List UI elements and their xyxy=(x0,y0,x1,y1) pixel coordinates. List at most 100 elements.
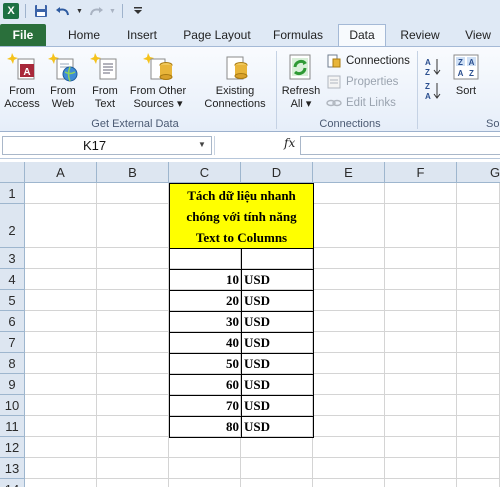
cell-d9[interactable]: USD xyxy=(241,374,314,396)
tab-insert[interactable]: Insert xyxy=(118,25,166,46)
cell-c6[interactable]: 30 xyxy=(169,311,242,333)
tab-review[interactable]: Review xyxy=(394,25,446,46)
row-header-8[interactable]: 8 xyxy=(0,353,25,374)
grid-cell[interactable] xyxy=(169,458,241,479)
cell-c11[interactable]: 80 xyxy=(169,416,242,438)
grid-cell[interactable] xyxy=(313,353,385,374)
grid-cell[interactable] xyxy=(385,269,457,290)
cell-d7[interactable]: USD xyxy=(241,332,314,354)
from-other-sources-button[interactable]: From Other Sources ▾ xyxy=(126,51,190,111)
grid-cell[interactable] xyxy=(97,395,169,416)
grid-cell[interactable] xyxy=(385,248,457,269)
tab-file[interactable]: File xyxy=(0,24,46,46)
row-header-5[interactable]: 5 xyxy=(0,290,25,311)
grid-cell[interactable] xyxy=(97,353,169,374)
formula-input[interactable] xyxy=(300,136,500,155)
grid-cell[interactable] xyxy=(241,437,313,458)
name-box[interactable]: K17 xyxy=(2,136,212,155)
grid-cell[interactable] xyxy=(97,479,169,487)
customize-qat-icon[interactable] xyxy=(129,2,147,20)
grid-cell[interactable] xyxy=(97,248,169,269)
undo-icon[interactable] xyxy=(54,2,72,20)
grid-cell[interactable] xyxy=(457,353,500,374)
row-header-2[interactable]: 2 xyxy=(0,204,25,248)
grid-cell[interactable] xyxy=(313,416,385,437)
sort-a-to-z-button[interactable]: AZ xyxy=(424,57,442,77)
refresh-all-button[interactable]: Refresh All ▾ xyxy=(279,51,323,111)
grid-cell[interactable] xyxy=(97,183,169,204)
grid-cell[interactable] xyxy=(313,183,385,204)
grid-cell[interactable] xyxy=(457,290,500,311)
row-header-4[interactable]: 4 xyxy=(0,269,25,290)
title-cell-c1[interactable]: Tách dữ liệu nhanh chóng với tính năng T… xyxy=(169,183,314,249)
row-header-10[interactable]: 10 xyxy=(0,395,25,416)
tab-home[interactable]: Home xyxy=(60,25,108,46)
cell-c10[interactable]: 70 xyxy=(169,395,242,417)
cell-c8[interactable]: 50 xyxy=(169,353,242,375)
grid-cell[interactable] xyxy=(457,248,500,269)
grid-cell[interactable] xyxy=(97,374,169,395)
tab-view[interactable]: View xyxy=(456,25,500,46)
grid-cell[interactable] xyxy=(457,458,500,479)
grid-cell[interactable] xyxy=(25,353,97,374)
row-header-9[interactable]: 9 xyxy=(0,374,25,395)
grid-cell[interactable] xyxy=(97,311,169,332)
cell-d5[interactable]: USD xyxy=(241,290,314,312)
sort-button[interactable]: ZAAZ Sort xyxy=(448,51,484,98)
grid-cell[interactable] xyxy=(385,311,457,332)
grid-cell[interactable] xyxy=(457,395,500,416)
grid-cell[interactable] xyxy=(313,437,385,458)
grid-cell[interactable] xyxy=(25,311,97,332)
grid-cell[interactable] xyxy=(97,416,169,437)
row-header-14[interactable]: 14 xyxy=(0,479,25,487)
cell-c7[interactable]: 40 xyxy=(169,332,242,354)
column-header-c[interactable]: C xyxy=(169,162,241,183)
grid-cell[interactable] xyxy=(385,374,457,395)
grid-cell[interactable] xyxy=(313,458,385,479)
row-header-6[interactable]: 6 xyxy=(0,311,25,332)
save-icon[interactable] xyxy=(32,2,50,20)
row-header-3[interactable]: 3 xyxy=(0,248,25,269)
tab-data[interactable]: Data xyxy=(338,24,386,46)
grid-cell[interactable] xyxy=(313,290,385,311)
grid-cell[interactable] xyxy=(385,437,457,458)
grid-cell[interactable] xyxy=(385,204,457,248)
grid-cell[interactable] xyxy=(385,395,457,416)
grid-cell[interactable] xyxy=(97,332,169,353)
grid-cell[interactable] xyxy=(25,269,97,290)
grid-cell[interactable] xyxy=(313,311,385,332)
grid-cell[interactable] xyxy=(385,479,457,487)
grid-cell[interactable] xyxy=(97,458,169,479)
existing-connections-button[interactable]: Existing Connections xyxy=(200,51,270,111)
excel-logo-icon[interactable]: X xyxy=(3,3,19,19)
grid-cell[interactable] xyxy=(25,290,97,311)
grid-cell[interactable] xyxy=(25,248,97,269)
row-header-11[interactable]: 11 xyxy=(0,416,25,437)
grid-cell[interactable] xyxy=(25,183,97,204)
grid-cell[interactable] xyxy=(169,437,241,458)
grid-cell[interactable] xyxy=(385,416,457,437)
cell-d6[interactable]: USD xyxy=(241,311,314,333)
grid-cell[interactable] xyxy=(385,458,457,479)
grid-cell[interactable] xyxy=(25,395,97,416)
grid-cell[interactable] xyxy=(97,204,169,248)
grid-cell[interactable] xyxy=(457,416,500,437)
from-access-button[interactable]: A From Access xyxy=(3,51,41,111)
grid-cell[interactable] xyxy=(241,479,313,487)
from-text-button[interactable]: From Text xyxy=(86,51,124,111)
tab-page-layout[interactable]: Page Layout xyxy=(177,25,257,46)
grid-cell[interactable] xyxy=(313,269,385,290)
grid-cell[interactable] xyxy=(385,290,457,311)
grid-cell[interactable] xyxy=(313,248,385,269)
grid-cell[interactable] xyxy=(457,269,500,290)
insert-function-icon[interactable]: fx xyxy=(284,136,295,150)
grid-cell[interactable] xyxy=(97,269,169,290)
cell-c9[interactable]: 60 xyxy=(169,374,242,396)
grid-cell[interactable] xyxy=(313,204,385,248)
grid-cell[interactable] xyxy=(169,479,241,487)
grid-cell[interactable] xyxy=(457,479,500,487)
grid-cell[interactable] xyxy=(25,374,97,395)
grid-cell[interactable] xyxy=(457,183,500,204)
cell-c5[interactable]: 20 xyxy=(169,290,242,312)
row-header-7[interactable]: 7 xyxy=(0,332,25,353)
